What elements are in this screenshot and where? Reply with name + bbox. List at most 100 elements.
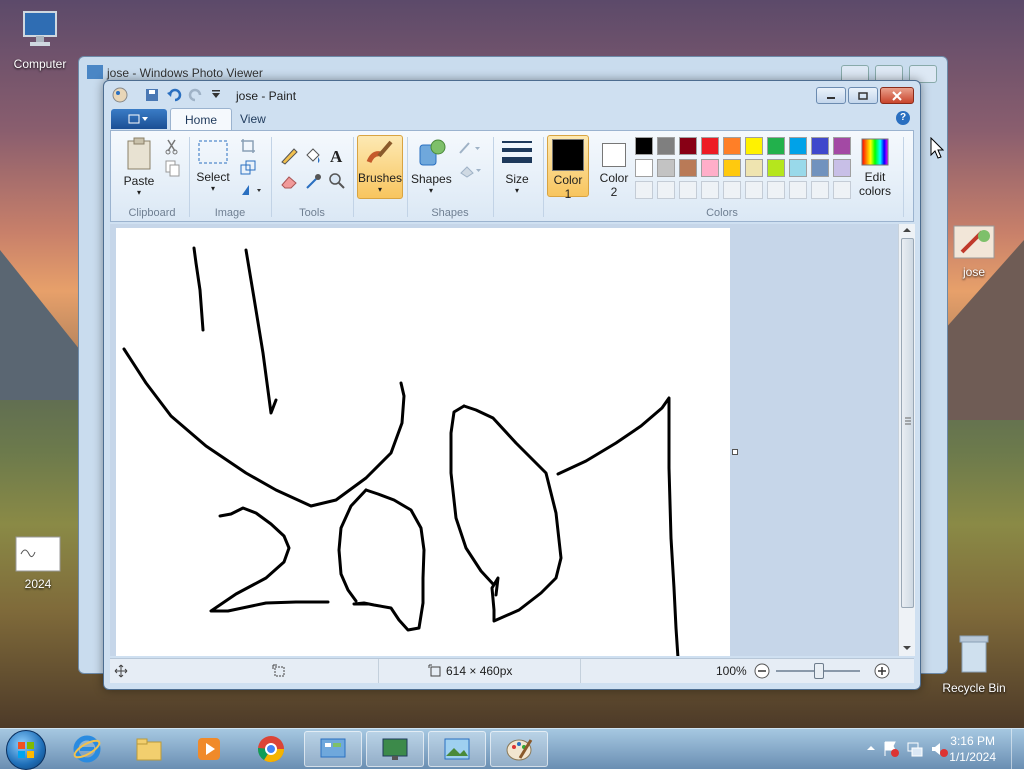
scroll-up-icon[interactable]	[902, 226, 912, 234]
pencil-icon[interactable]	[279, 145, 299, 165]
palette-swatch[interactable]	[745, 159, 763, 177]
palette-empty-slot[interactable]	[767, 181, 785, 199]
zoom-in-icon[interactable]	[874, 663, 890, 679]
size-icon	[502, 141, 532, 163]
palette-swatch[interactable]	[657, 159, 675, 177]
palette-empty-slot[interactable]	[657, 181, 675, 199]
tab-home[interactable]: Home	[170, 108, 233, 130]
outline-icon[interactable]	[457, 139, 483, 157]
chrome-taskbar-button[interactable]	[242, 731, 300, 767]
separator	[271, 137, 272, 217]
action-center-icon[interactable]	[882, 740, 900, 758]
image-2024-desktop-icon[interactable]: 2024	[0, 536, 76, 591]
eraser-icon[interactable]	[279, 171, 299, 191]
media-player-taskbar-button[interactable]	[180, 731, 238, 767]
file-explorer-taskbar-button[interactable]	[120, 731, 178, 767]
redo-icon[interactable]	[188, 87, 204, 103]
copy-icon[interactable]	[163, 159, 181, 177]
palette-swatch[interactable]	[833, 137, 851, 155]
palette-empty-slot[interactable]	[635, 181, 653, 199]
palette-swatch[interactable]	[701, 137, 719, 155]
control-panel-taskbar-button[interactable]	[304, 731, 362, 767]
palette-swatch[interactable]	[811, 137, 829, 155]
fill-icon[interactable]	[303, 145, 323, 165]
palette-swatch[interactable]	[767, 159, 785, 177]
color2-button[interactable]: Color 2	[593, 135, 635, 199]
select-button[interactable]: Select ▾	[195, 137, 231, 193]
palette-swatch[interactable]	[789, 137, 807, 155]
network-icon[interactable]	[906, 740, 924, 758]
scroll-thumb[interactable]	[901, 238, 914, 608]
jose-desktop-icon[interactable]: jose	[936, 224, 1012, 279]
computer-icon	[23, 11, 57, 46]
cut-icon[interactable]	[163, 137, 181, 155]
zoom-slider-thumb[interactable]	[814, 663, 824, 679]
palette-empty-slot[interactable]	[723, 181, 741, 199]
color1-button[interactable]: Color 1	[547, 135, 589, 201]
text-icon[interactable]: A	[327, 145, 347, 165]
help-icon[interactable]: ?	[896, 111, 910, 125]
size-button[interactable]: Size ▾	[497, 137, 537, 195]
color-picker-icon[interactable]	[303, 171, 323, 191]
close-button[interactable]	[880, 87, 914, 104]
palette-empty-slot[interactable]	[745, 181, 763, 199]
save-icon[interactable]	[144, 87, 160, 103]
shapes-icon	[419, 139, 446, 166]
photo-viewer-taskbar-button[interactable]	[428, 731, 486, 767]
show-desktop-button[interactable]	[1011, 729, 1024, 769]
customize-qat-icon[interactable]	[208, 87, 224, 103]
crop-icon[interactable]	[239, 137, 257, 155]
shapes-button[interactable]: Shapes ▾	[411, 137, 452, 195]
paste-button[interactable]: Paste ▾	[121, 137, 157, 197]
zoom-out-icon[interactable]	[754, 663, 770, 679]
brushes-label: Brushes	[358, 171, 403, 185]
tab-view[interactable]: View	[226, 108, 280, 130]
palette-swatch[interactable]	[635, 137, 653, 155]
clock[interactable]: 3:16 PM 1/1/2024	[949, 733, 996, 765]
show-hidden-icons-icon[interactable]	[866, 743, 876, 753]
palette-swatch[interactable]	[789, 159, 807, 177]
palette-swatch[interactable]	[657, 137, 675, 155]
palette-swatch[interactable]	[701, 159, 719, 177]
undo-icon[interactable]	[166, 87, 182, 103]
palette-empty-slot[interactable]	[789, 181, 807, 199]
vertical-scrollbar[interactable]	[898, 224, 915, 656]
fill-style-icon[interactable]	[457, 161, 483, 179]
colors-group-label: Colors	[706, 207, 738, 219]
rotate-icon[interactable]	[239, 181, 263, 199]
palette-swatch[interactable]	[745, 137, 763, 155]
paint-taskbar-button[interactable]	[490, 731, 548, 767]
palette-empty-slot[interactable]	[833, 181, 851, 199]
palette-swatch[interactable]	[811, 159, 829, 177]
palette-empty-slot[interactable]	[679, 181, 697, 199]
magnifier-icon[interactable]	[327, 171, 347, 191]
canvas-resize-handle[interactable]	[732, 449, 738, 455]
drawing-canvas[interactable]	[116, 228, 730, 656]
volume-muted-icon[interactable]	[930, 740, 948, 758]
palette-swatch[interactable]	[723, 159, 741, 177]
paint-window[interactable]: jose - Paint Home View ? Paste ▾ Clipboa…	[103, 80, 921, 690]
recycle-bin-desktop-icon[interactable]: Recycle Bin	[936, 632, 1012, 695]
screen-taskbar-button[interactable]	[366, 731, 424, 767]
edit-colors-button[interactable]: Edit colors	[855, 137, 895, 198]
internet-explorer-taskbar-button[interactable]	[58, 731, 116, 767]
palette-swatch[interactable]	[723, 137, 741, 155]
palette-empty-slot[interactable]	[701, 181, 719, 199]
palette-swatch[interactable]	[679, 137, 697, 155]
scroll-down-icon[interactable]	[902, 644, 912, 652]
brushes-button[interactable]: Brushes ▾	[357, 135, 403, 199]
minimize-button[interactable]	[816, 87, 846, 104]
palette-swatch[interactable]	[833, 159, 851, 177]
start-button[interactable]	[6, 730, 46, 770]
palette-swatch[interactable]	[767, 137, 785, 155]
image-group-label: Image	[214, 207, 246, 219]
paint-titlebar[interactable]: jose - Paint	[104, 81, 920, 109]
palette-swatch[interactable]	[679, 159, 697, 177]
select-icon	[198, 140, 228, 164]
paint-menu-button[interactable]	[111, 109, 167, 129]
computer-desktop-icon[interactable]: Computer	[2, 8, 78, 71]
resize-icon[interactable]	[239, 159, 257, 177]
restore-button[interactable]	[848, 87, 878, 104]
palette-swatch[interactable]	[635, 159, 653, 177]
palette-empty-slot[interactable]	[811, 181, 829, 199]
